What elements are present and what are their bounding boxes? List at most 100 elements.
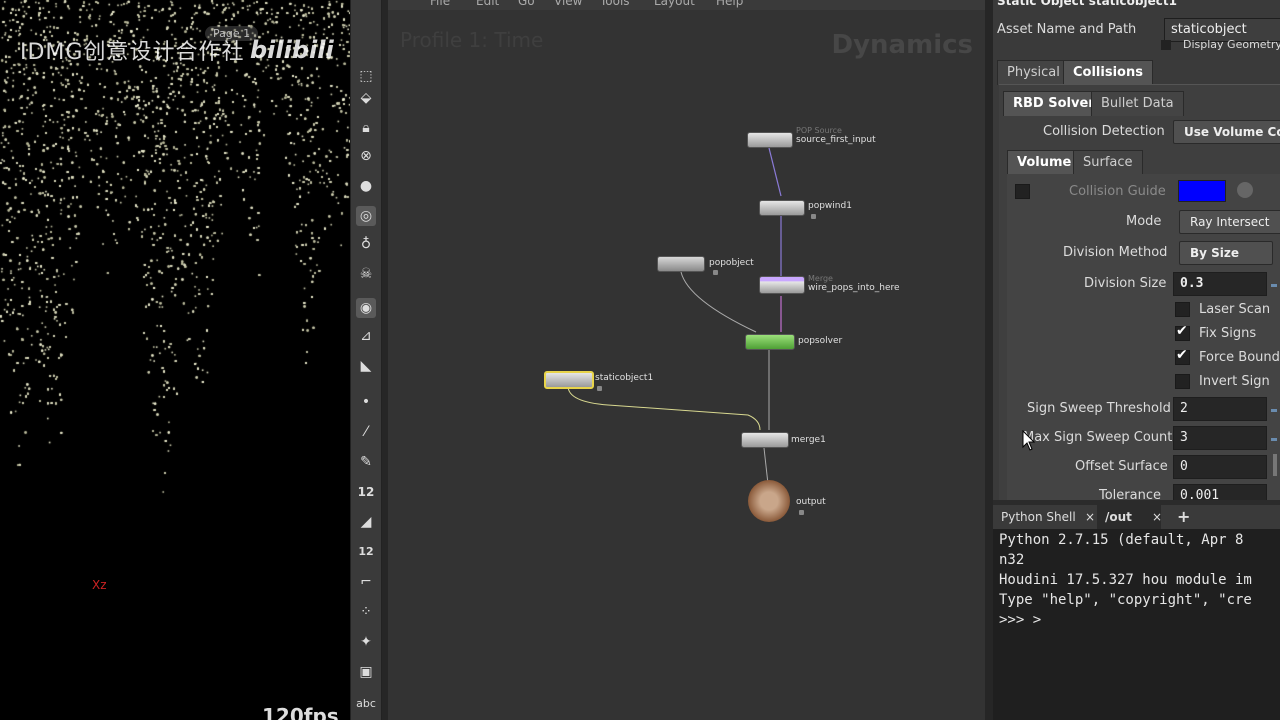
- node-label-merge1: merge1: [791, 435, 826, 445]
- scene-viewport[interactable]: Page 1 IDMG创意设计合作社 bilibili Xz 120fps: [0, 0, 350, 720]
- camera-icon[interactable]: ⊿: [356, 326, 376, 346]
- node-label-staticobject1: staticobject1: [595, 373, 654, 383]
- tab-rbd-solver[interactable]: RBD Solver: [1003, 91, 1105, 116]
- slider-icon[interactable]: [1271, 409, 1277, 412]
- shell-line: Houdini 17.5.327 hou module im: [999, 572, 1252, 588]
- shell-prompt[interactable]: >>> >: [999, 612, 1041, 628]
- node-label-wire-pops: wire_pops_into_here: [808, 283, 900, 293]
- axis-gizmo: Xz: [92, 578, 107, 592]
- collision-guide-label: Collision Guide: [1069, 184, 1166, 199]
- node-label-popwind1: popwind1: [808, 201, 852, 211]
- transform-icon[interactable]: ⬙: [356, 88, 376, 108]
- node-lock-icon: [799, 510, 804, 515]
- abc-icon[interactable]: abc: [356, 694, 376, 714]
- sign-sweep-threshold-label: Sign Sweep Threshold: [1027, 401, 1171, 416]
- points-icon[interactable]: ⁘: [356, 602, 376, 622]
- menu-view[interactable]: View: [554, 0, 582, 8]
- number-12b-icon[interactable]: 12: [356, 542, 376, 562]
- node-popobject[interactable]: [657, 256, 705, 272]
- mode-menu[interactable]: Ray Intersect: [1179, 210, 1280, 234]
- division-size-field[interactable]: 0.3: [1173, 272, 1267, 296]
- pane-divider-right[interactable]: [985, 0, 993, 720]
- lock-icon[interactable]: 🔒︎: [356, 118, 376, 138]
- curve-icon[interactable]: ⌐: [356, 572, 376, 592]
- scrollbar[interactable]: [1273, 454, 1277, 476]
- menu-edit[interactable]: Edit: [476, 0, 499, 8]
- node-merge1[interactable]: [741, 432, 789, 448]
- tab-collisions[interactable]: Collisions: [1063, 60, 1153, 85]
- pen-icon[interactable]: ✎: [356, 452, 376, 472]
- dot-icon[interactable]: •: [356, 392, 376, 412]
- connect-icon[interactable]: ✦: [356, 632, 376, 652]
- menu-layout[interactable]: Layout: [654, 0, 695, 8]
- collision-guide-color[interactable]: [1178, 180, 1226, 202]
- laser-scan-label: Laser Scan: [1199, 302, 1271, 317]
- tolerance-field[interactable]: 0.001: [1173, 484, 1267, 500]
- node-wire-pops-into-here[interactable]: [759, 276, 805, 294]
- menu-tools[interactable]: Tools: [600, 0, 630, 8]
- mode-label: Mode: [1126, 214, 1162, 229]
- square-icon[interactable]: ▣: [356, 662, 376, 682]
- tab-physical[interactable]: Physical: [997, 60, 1070, 85]
- camera2-icon[interactable]: ◣: [356, 356, 376, 376]
- add-tab-icon[interactable]: +: [1173, 505, 1194, 529]
- node-lock-icon: [713, 270, 718, 275]
- node-lock-icon: [597, 386, 602, 391]
- menu-help[interactable]: Help: [716, 0, 743, 8]
- display-geo-label: Display Geometry: [1183, 38, 1280, 51]
- sign-sweep-threshold-field[interactable]: 2: [1173, 397, 1267, 421]
- close-icon[interactable]: ×: [1148, 505, 1166, 529]
- node-label-source: source_first_input: [796, 135, 876, 145]
- asset-name-label: Asset Name and Path: [997, 22, 1137, 37]
- number-12-icon[interactable]: 12: [356, 482, 376, 502]
- shell-tabbar: Python Shell × /out × +: [993, 505, 1280, 529]
- slider-icon[interactable]: [1271, 438, 1277, 441]
- param-header: Static Object staticobject1: [997, 0, 1177, 8]
- slider-icon[interactable]: [1271, 284, 1277, 287]
- light-bulb-icon[interactable]: ◎: [356, 206, 376, 226]
- node-source-first-input[interactable]: [747, 132, 793, 148]
- node-staticobject1[interactable]: [544, 371, 594, 389]
- node-output[interactable]: [748, 480, 790, 522]
- tab-surface[interactable]: Surface: [1073, 150, 1143, 175]
- render-icon[interactable]: ◉: [356, 298, 376, 318]
- tab-bullet-data[interactable]: Bullet Data: [1091, 91, 1184, 116]
- watermark-brand: bilibili: [250, 36, 334, 64]
- division-size-label: Division Size: [1084, 276, 1167, 291]
- select-icon[interactable]: ⬚: [356, 66, 376, 86]
- offset-surface-field[interactable]: 0: [1173, 455, 1267, 479]
- python-shell[interactable]: Python 2.7.15 (default, Apr 8 n32 Houdin…: [993, 529, 1280, 720]
- particle-field: [0, 0, 350, 520]
- collision-detection-menu[interactable]: Use Volume Collisions: [1173, 120, 1280, 144]
- division-method-menu[interactable]: By Size: [1179, 241, 1273, 265]
- laser-scan-checkbox[interactable]: [1175, 302, 1190, 317]
- light-sphere-icon[interactable]: ●: [356, 176, 376, 196]
- force-bounds-check-icon: ✔: [1176, 347, 1188, 363]
- viewport-toolbar: ⬚ ⬙ 🔒︎ ⊗ ● ◎ ♁ ☠ ◉ ⊿ ◣ • ⁄ ✎ 12 ◢ 12 ⌐ ⁘…: [350, 0, 382, 720]
- node-sub-merge: Merge: [808, 274, 833, 283]
- pose-icon[interactable]: ⊗: [356, 146, 376, 166]
- tab-volume[interactable]: Volume: [1007, 150, 1082, 175]
- light-small-icon[interactable]: ♁: [356, 234, 376, 254]
- node-label-popobject: popobject: [709, 258, 754, 268]
- menu-go[interactable]: Go: [518, 0, 535, 8]
- display-geo-checkbox[interactable]: [1161, 40, 1171, 50]
- network-editor[interactable]: Profile 1: Time Dynamics POP Source sour…: [388, 10, 985, 720]
- collision-guide-checkbox[interactable]: [1015, 184, 1030, 199]
- max-sign-sweep-field[interactable]: 3: [1173, 426, 1267, 450]
- force-bounds-label: Force Bounds: [1199, 350, 1280, 365]
- edit-icon[interactable]: ◢: [356, 512, 376, 532]
- node-popsolver[interactable]: [745, 334, 795, 350]
- color-picker-icon[interactable]: [1237, 182, 1253, 198]
- collision-detection-label: Collision Detection: [1043, 124, 1165, 139]
- shell-line: Type "help", "copyright", "cre: [999, 592, 1252, 608]
- tolerance-label: Tolerance: [1099, 488, 1161, 500]
- shell-line: n32: [999, 552, 1025, 568]
- invert-sign-checkbox[interactable]: [1175, 374, 1190, 389]
- skull-icon[interactable]: ☠: [356, 264, 376, 284]
- brush-icon[interactable]: ⁄: [356, 422, 376, 442]
- menu-file[interactable]: File: [430, 0, 450, 8]
- node-popwind1[interactable]: [759, 200, 805, 216]
- invert-sign-label: Invert Sign: [1199, 374, 1270, 389]
- offset-surface-label: Offset Surface: [1075, 459, 1168, 474]
